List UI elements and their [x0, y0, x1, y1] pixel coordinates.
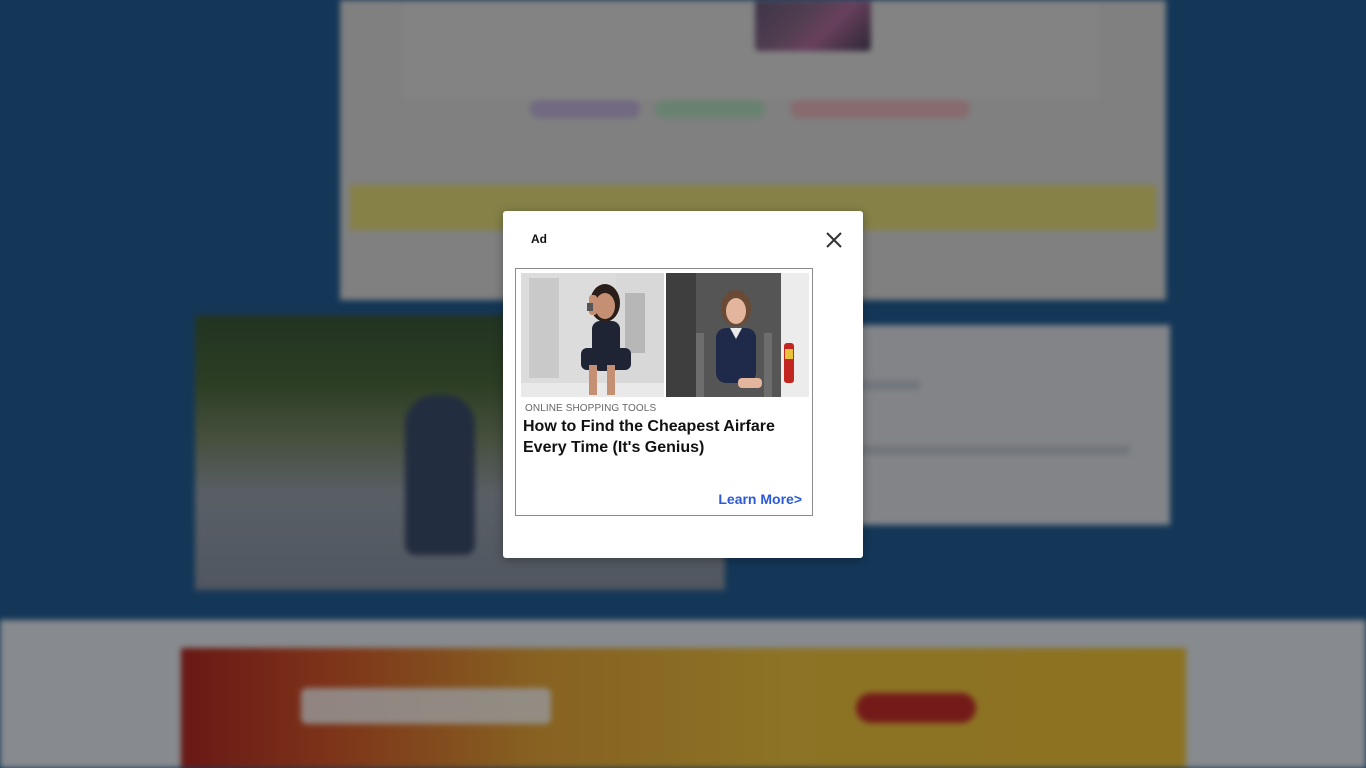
ad-headline[interactable]: How to Find the Cheapest Airfare Every T…	[523, 416, 807, 458]
ad-modal: Ad ONLINE SHOPPING TOOLS How to Find the…	[503, 211, 863, 558]
close-icon[interactable]	[821, 227, 845, 251]
ad-card-link[interactable]: ONLINE SHOPPING TOOLS How to Find the Ch…	[515, 268, 813, 516]
ad-label: Ad	[531, 232, 547, 246]
ad-category: ONLINE SHOPPING TOOLS	[525, 403, 657, 414]
ad-image	[521, 273, 809, 397]
flight-attendant-on-phone-photo	[521, 273, 664, 397]
flight-attendant-seated-photo	[666, 273, 809, 397]
learn-more-link[interactable]: Learn More>	[718, 491, 802, 507]
